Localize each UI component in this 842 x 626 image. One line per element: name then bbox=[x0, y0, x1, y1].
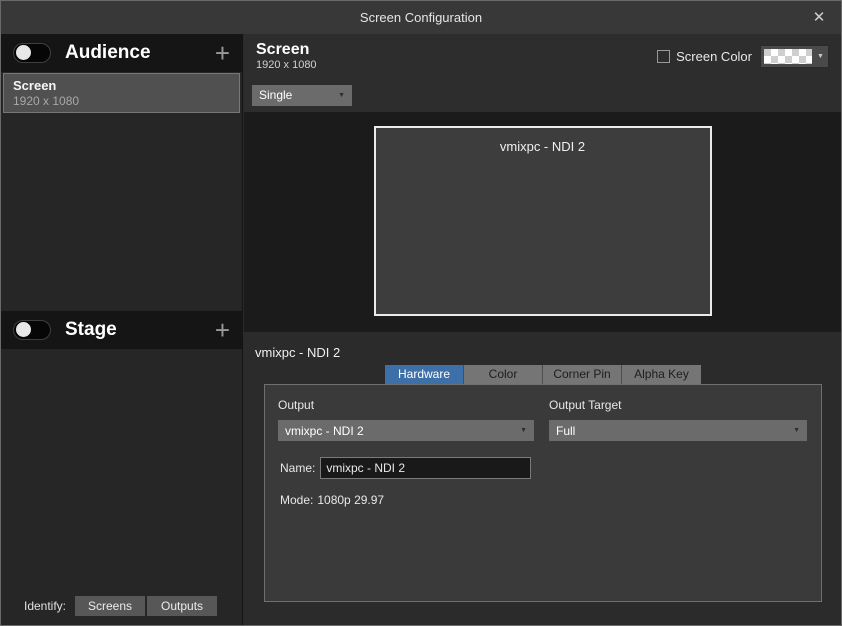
sidebar: Audience + Screen 1920 x 1080 Stage + Id… bbox=[1, 34, 243, 625]
chevron-down-icon: ▼ bbox=[338, 92, 345, 99]
identify-screens-button[interactable]: Screens bbox=[75, 596, 145, 616]
screen-configuration-window: Screen Configuration ✕ Audience + Screen… bbox=[0, 0, 842, 626]
output-target-label: Output Target bbox=[549, 398, 807, 412]
name-label: Name: bbox=[280, 461, 315, 475]
page-title: Screen bbox=[256, 41, 317, 59]
mode-value: 1080p 29.97 bbox=[317, 493, 384, 507]
close-icon[interactable]: ✕ bbox=[807, 6, 831, 30]
screen-color-dropdown[interactable]: ▼ bbox=[760, 45, 829, 68]
stage-label: Stage bbox=[65, 319, 215, 341]
audience-section-header: Audience + bbox=[1, 34, 242, 72]
screen-item-resolution: 1920 x 1080 bbox=[13, 94, 230, 108]
output-settings-panel: vmixpc - NDI 2 Hardware Color Corner Pin… bbox=[244, 332, 841, 625]
screen-item-title: Screen bbox=[13, 78, 230, 93]
settings-tabs: Hardware Color Corner Pin Alpha Key bbox=[385, 365, 701, 384]
stage-toggle[interactable] bbox=[13, 320, 51, 340]
output-dropdown[interactable]: vmixpc - NDI 2 ▼ bbox=[278, 420, 534, 441]
hardware-group-box: Output vmixpc - NDI 2 ▼ Name: Mode: 1080p… bbox=[264, 384, 822, 602]
output-value: vmixpc - NDI 2 bbox=[285, 424, 364, 438]
window-title: Screen Configuration bbox=[360, 10, 482, 25]
main-area: Screen 1920 x 1080 Screen Color ▼ Single… bbox=[244, 34, 841, 625]
tab-hardware[interactable]: Hardware bbox=[385, 365, 464, 384]
page-resolution: 1920 x 1080 bbox=[256, 59, 317, 71]
mode-label: Mode: bbox=[280, 493, 313, 507]
preview-output-label: vmixpc - NDI 2 bbox=[500, 139, 585, 154]
add-audience-screen-icon[interactable]: + bbox=[215, 43, 230, 63]
sidebar-item-screen[interactable]: Screen 1920 x 1080 bbox=[3, 73, 240, 113]
screen-preview[interactable]: vmixpc - NDI 2 bbox=[374, 126, 712, 316]
main-header: Screen 1920 x 1080 Screen Color ▼ bbox=[244, 34, 841, 78]
layout-mode-row: Single ▼ bbox=[244, 78, 841, 112]
chevron-down-icon: ▼ bbox=[793, 427, 800, 434]
output-target-value: Full bbox=[556, 424, 575, 438]
output-label: Output bbox=[278, 398, 534, 412]
tab-color[interactable]: Color bbox=[464, 365, 543, 384]
toggle-knob bbox=[16, 45, 31, 60]
identify-outputs-button[interactable]: Outputs bbox=[147, 596, 217, 616]
name-row: Name: bbox=[278, 457, 534, 479]
screen-color-controls: Screen Color ▼ bbox=[657, 45, 829, 68]
screen-header: Screen 1920 x 1080 bbox=[256, 41, 317, 71]
output-target-column: Output Target Full ▼ bbox=[549, 398, 807, 441]
tab-alpha-key[interactable]: Alpha Key bbox=[622, 365, 701, 384]
name-input[interactable] bbox=[320, 457, 531, 479]
screen-color-label: Screen Color bbox=[676, 49, 752, 64]
title-bar: Screen Configuration ✕ bbox=[1, 1, 841, 34]
layout-mode-dropdown[interactable]: Single ▼ bbox=[252, 85, 352, 106]
mode-row: Mode: 1080p 29.97 bbox=[278, 493, 534, 507]
add-stage-screen-icon[interactable]: + bbox=[215, 320, 230, 340]
panel-title: vmixpc - NDI 2 bbox=[255, 345, 340, 360]
audience-label: Audience bbox=[65, 42, 215, 64]
preview-area: vmixpc - NDI 2 bbox=[244, 112, 841, 332]
chevron-down-icon: ▼ bbox=[520, 427, 527, 434]
identify-label: Identify: bbox=[24, 599, 66, 613]
audience-toggle[interactable] bbox=[13, 43, 51, 63]
stage-section-header: Stage + bbox=[1, 311, 242, 349]
screen-color-checkbox[interactable] bbox=[657, 50, 670, 63]
transparent-color-swatch bbox=[764, 49, 812, 64]
output-column: Output vmixpc - NDI 2 ▼ Name: Mode: 1080p… bbox=[278, 398, 534, 507]
identify-row: Identify: Screens Outputs bbox=[1, 596, 242, 616]
chevron-down-icon: ▼ bbox=[817, 53, 824, 60]
toggle-knob bbox=[16, 322, 31, 337]
tab-corner-pin[interactable]: Corner Pin bbox=[543, 365, 622, 384]
layout-mode-value: Single bbox=[259, 88, 292, 102]
output-target-dropdown[interactable]: Full ▼ bbox=[549, 420, 807, 441]
